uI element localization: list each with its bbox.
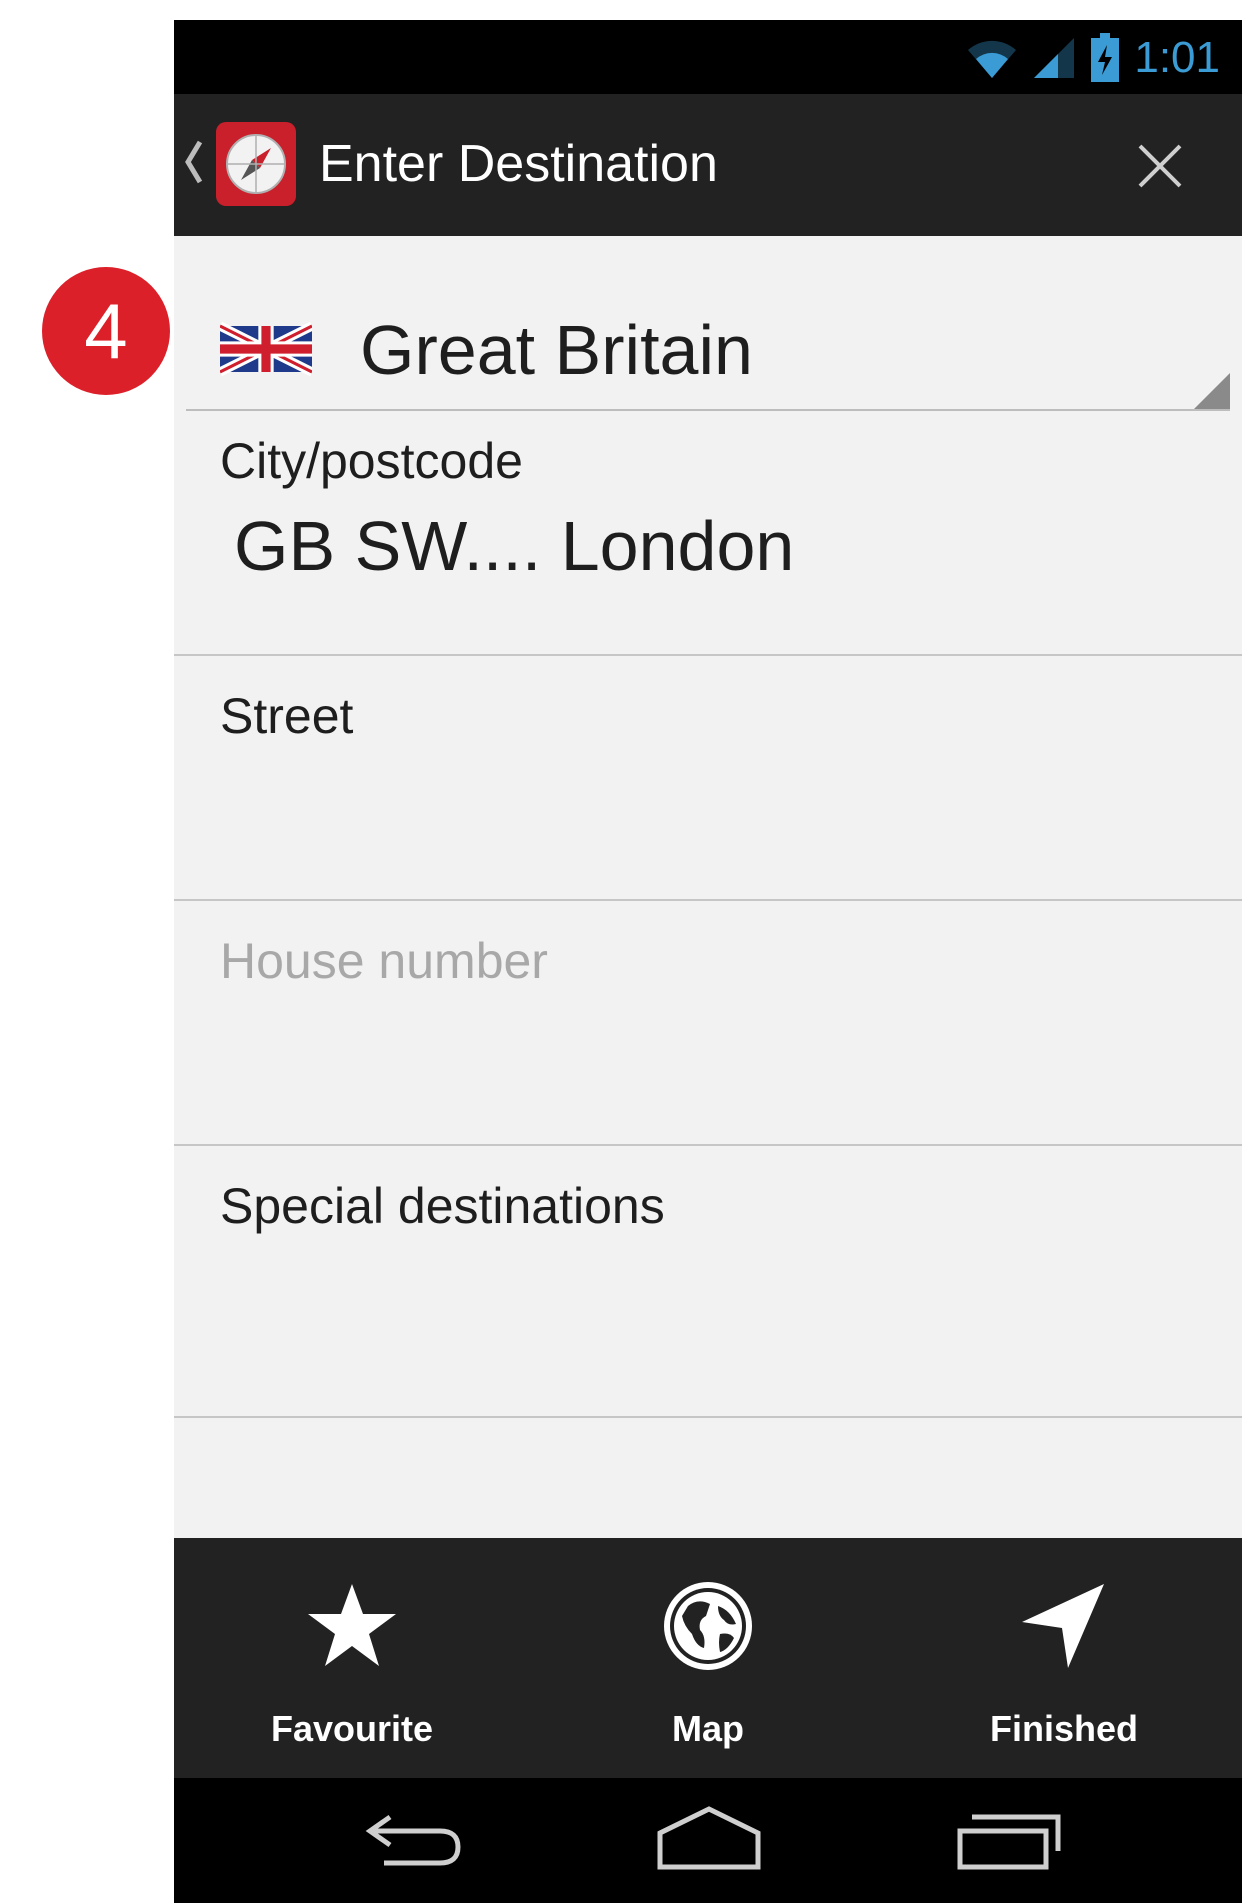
special-destinations-item[interactable]: Special destinations <box>174 1146 1242 1418</box>
home-icon[interactable] <box>654 1803 764 1873</box>
close-icon[interactable] <box>1128 134 1192 198</box>
status-time: 1:01 <box>1134 33 1220 82</box>
page-title: Enter Destination <box>319 135 718 193</box>
street-field[interactable]: Street <box>174 656 1242 901</box>
house-number-field[interactable]: House number <box>174 901 1242 1146</box>
map-button[interactable]: Map <box>530 1538 886 1778</box>
spinner-corner-icon <box>1194 373 1230 409</box>
action-bar[interactable]: Enter Destination <box>174 94 1242 236</box>
country-name: Great Britain <box>360 311 753 389</box>
city-postcode-field[interactable]: City/postcode GB SW.... London <box>174 411 1242 656</box>
favourite-label: Favourite <box>270 1708 434 1749</box>
navigation-arrow-icon <box>1022 1584 1104 1668</box>
finished-button[interactable]: Finished <box>886 1538 1242 1778</box>
battery-charging-icon <box>1091 33 1120 82</box>
system-navigation-bar <box>174 1778 1242 1903</box>
field-divider <box>174 1416 1242 1418</box>
signal-icon <box>1034 38 1075 78</box>
country-spinner[interactable]: Great Britain <box>174 236 1242 411</box>
finished-label: Finished <box>989 1708 1138 1749</box>
back-icon[interactable] <box>360 1803 470 1873</box>
phone-screen: 1:01 Enter Destination Great Britain Cit… <box>174 20 1242 1903</box>
back-chevron-icon[interactable] <box>182 136 204 188</box>
app-logo-icon[interactable] <box>216 122 296 206</box>
status-icons: 1:01 <box>966 32 1220 84</box>
city-postcode-label: City/postcode <box>220 433 523 489</box>
street-label: Street <box>220 688 354 744</box>
recent-apps-icon[interactable] <box>954 1803 1064 1873</box>
star-icon <box>308 1584 396 1666</box>
house-number-placeholder: House number <box>220 933 548 989</box>
step-badge: 4 <box>42 267 170 395</box>
bottom-action-bar: Favourite Map Finished <box>174 1538 1242 1778</box>
special-destinations-label: Special destinations <box>220 1178 665 1234</box>
map-label: Map <box>672 1708 744 1749</box>
wifi-icon <box>968 40 1017 78</box>
status-bar: 1:01 <box>174 20 1242 94</box>
uk-flag-icon <box>220 322 312 376</box>
favourite-button[interactable]: Favourite <box>174 1538 530 1778</box>
globe-icon <box>664 1582 752 1670</box>
city-postcode-value: GB SW.... London <box>234 507 795 585</box>
